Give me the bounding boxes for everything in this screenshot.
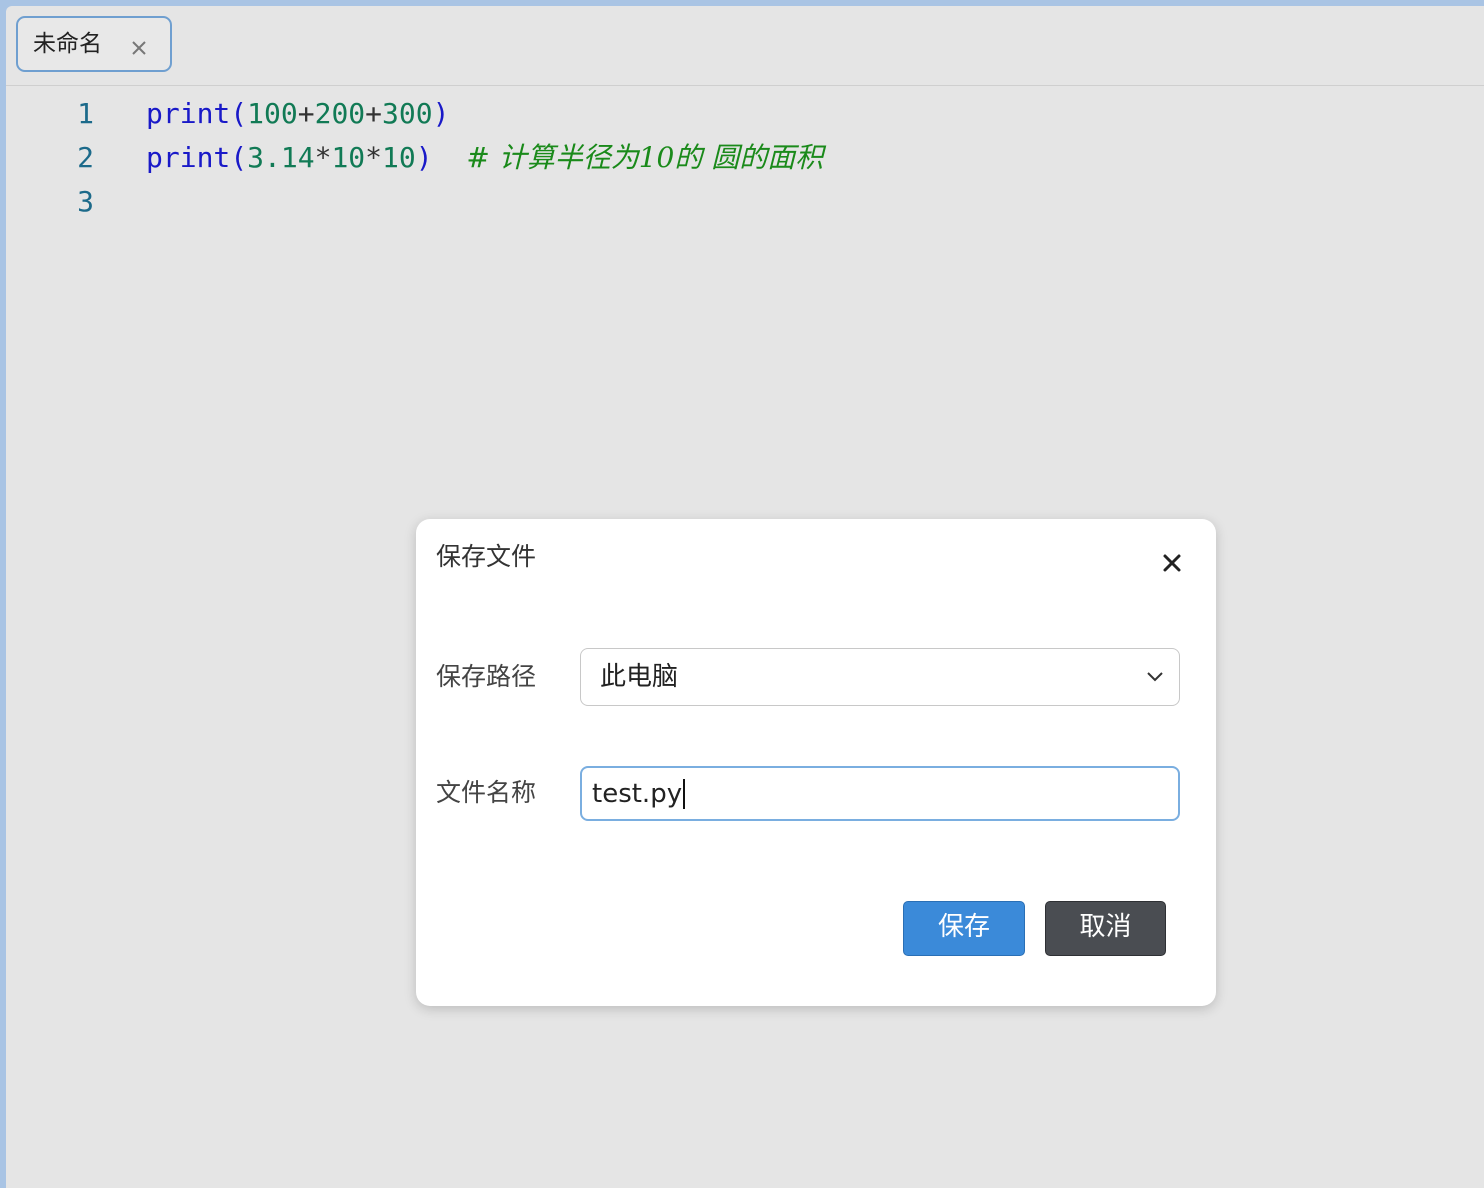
code-token-op [433, 141, 467, 174]
cancel-button[interactable]: 取消 [1045, 901, 1166, 956]
code-token-num: 10 [331, 141, 366, 174]
code-token-op: * [314, 141, 332, 174]
code-line[interactable]: print(100+200+300) [146, 92, 449, 136]
line-number: 1 [77, 97, 94, 130]
close-icon[interactable] [1160, 551, 1184, 575]
code-token-num: 3.14 [247, 141, 315, 174]
code-token-num: 10 [382, 141, 416, 174]
code-token-kw: print [146, 141, 231, 174]
code-token-num: 100 [247, 97, 298, 130]
save-path-value: 此电脑 [600, 662, 679, 692]
code-token-kw: ( [230, 97, 248, 130]
code-token-op: + [365, 97, 383, 130]
code-line[interactable]: print(3.14*10*10) # 计算半径为10的 圆的面积 [146, 136, 823, 180]
tab-title: 未命名 [33, 31, 102, 57]
file-name-label: 文件名称 [436, 778, 537, 807]
save-button[interactable]: 保存 [903, 901, 1025, 956]
code-token-kw: ( [230, 141, 248, 174]
file-name-input[interactable]: test.py [580, 766, 1180, 821]
save-file-dialog: 保存文件 保存路径 此电脑 文件名称 test.py 保存 取消 [416, 519, 1216, 1006]
code-token-num: 300 [382, 97, 433, 130]
line-number: 2 [77, 141, 94, 174]
code-token-op: + [297, 97, 315, 130]
chevron-down-icon [1147, 672, 1163, 682]
code-token-kw: ) [432, 97, 450, 130]
text-caret [683, 779, 686, 809]
tab-untitled[interactable]: 未命名 [16, 16, 172, 72]
code-token-cmt: # 计算半径为10的 圆的面积 [466, 141, 824, 174]
close-tab-icon[interactable] [129, 38, 149, 58]
code-token-kw: print [146, 97, 231, 130]
code-token-num: 200 [314, 97, 366, 130]
file-name-value: test.py [592, 778, 686, 810]
line-number: 3 [77, 185, 94, 218]
dialog-title: 保存文件 [436, 542, 537, 571]
tab-bar: 未命名 [6, 6, 1484, 86]
save-path-label: 保存路径 [436, 662, 537, 691]
save-path-select[interactable]: 此电脑 [580, 648, 1180, 706]
code-token-op: * [365, 141, 383, 174]
code-token-kw: ) [415, 141, 433, 174]
